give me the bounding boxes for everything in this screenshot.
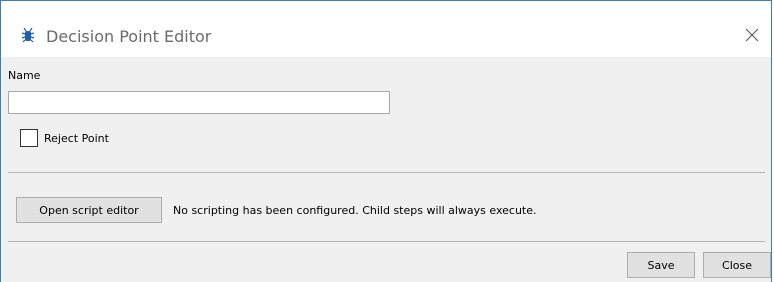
reject-point-checkbox[interactable]	[20, 129, 38, 147]
separator-bottom	[8, 241, 765, 242]
bug-icon	[21, 27, 35, 43]
script-status-text: No scripting has been configured. Child …	[173, 204, 537, 217]
close-icon[interactable]	[744, 27, 760, 43]
window-title: Decision Point Editor	[46, 27, 212, 46]
save-button[interactable]: Save	[627, 252, 695, 278]
title-bar: Decision Point Editor	[1, 1, 771, 57]
decision-point-editor-window: Decision Point Editor Name Reject Point …	[0, 0, 772, 282]
reject-point-label: Reject Point	[44, 131, 109, 145]
reject-point-row[interactable]: Reject Point	[20, 128, 109, 148]
close-button[interactable]: Close	[703, 252, 771, 278]
name-label: Name	[8, 69, 41, 82]
name-input[interactable]	[8, 91, 390, 114]
open-script-editor-button[interactable]: Open script editor	[16, 197, 162, 223]
separator-top	[8, 172, 765, 173]
